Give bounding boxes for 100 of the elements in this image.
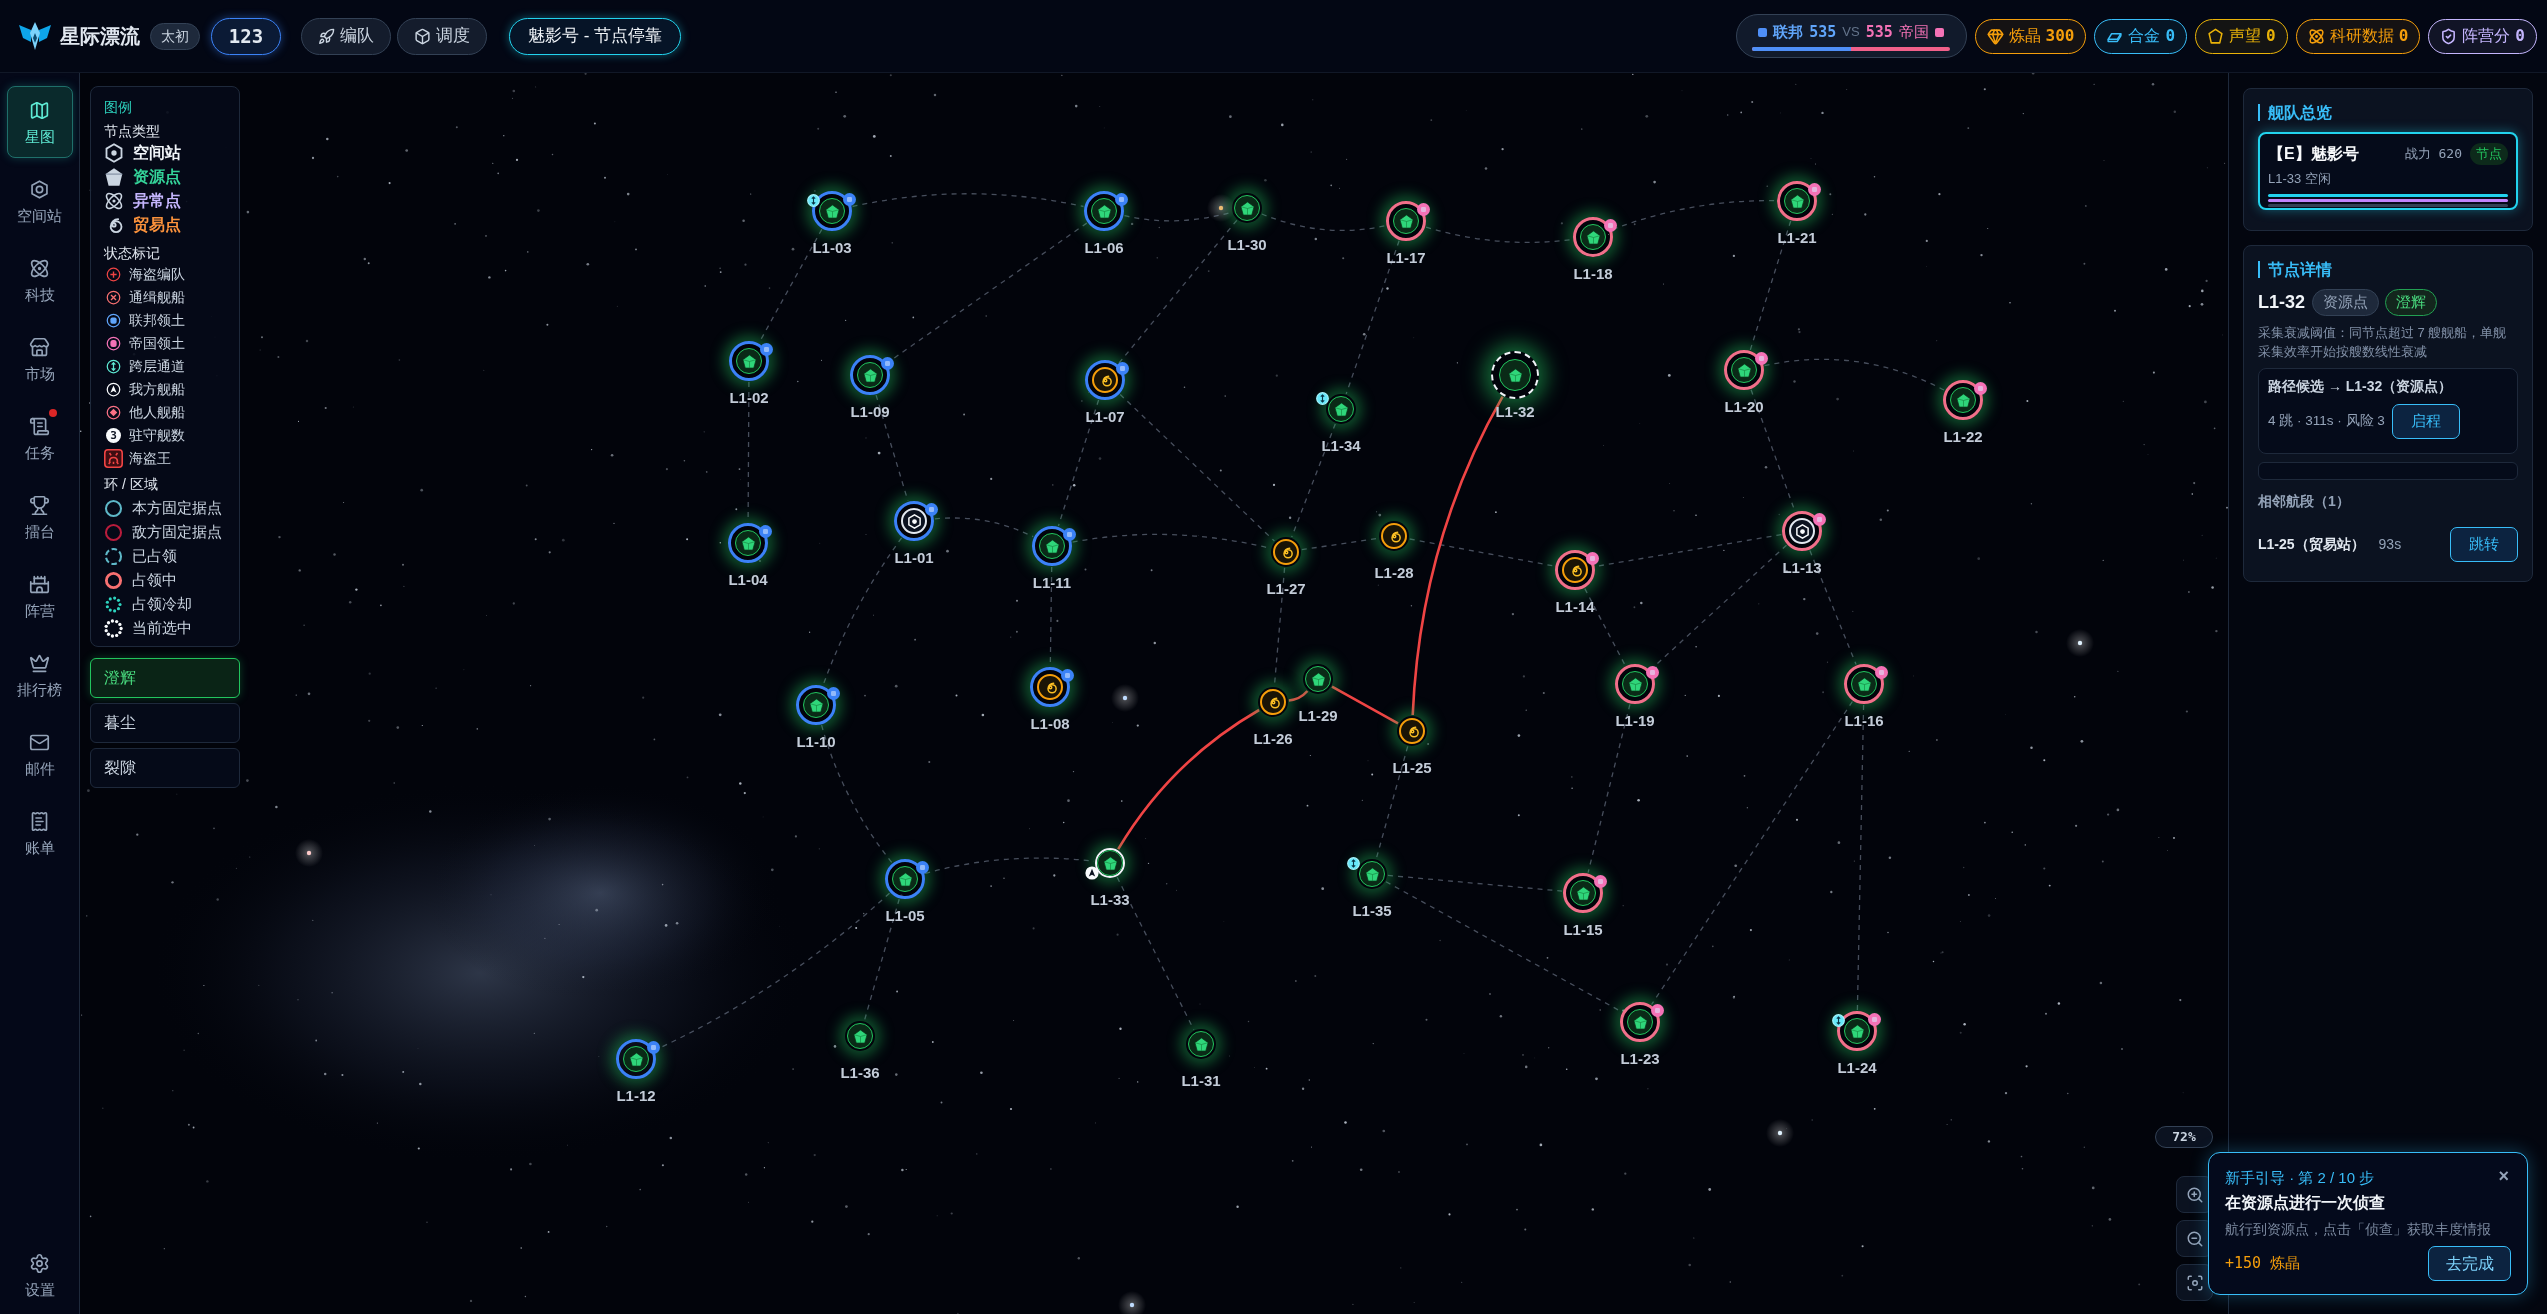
trade-node[interactable] — [1379, 521, 1409, 551]
pentagon-icon — [1585, 229, 1601, 245]
settings-icon — [29, 1253, 50, 1274]
crown-icon — [29, 653, 50, 674]
pentagon-icon — [1955, 392, 1971, 408]
resource-value: 300 — [2045, 25, 2075, 47]
legend-label: 通缉舰船 — [129, 288, 185, 307]
depart-button[interactable]: 启程 — [2391, 404, 2460, 439]
node-label: L1-14 — [1555, 598, 1595, 615]
faction-name: 联邦 — [1773, 21, 1804, 42]
fleet-card[interactable]: 【E】魅影号 战力 620 节点 L1-33 空闲 — [2258, 132, 2518, 210]
resource-node[interactable] — [1303, 664, 1333, 694]
sidebar-item[interactable]: 市场 — [6, 323, 73, 395]
node-label: L1-28 — [1374, 564, 1414, 581]
faction-name: 帝国 — [1898, 21, 1929, 42]
legend-title: 图例 — [104, 98, 133, 117]
node-label: L1-31 — [1181, 1072, 1221, 1089]
pentagon-icon — [1102, 855, 1118, 871]
pentagon-icon — [1044, 538, 1060, 554]
player-id-pill[interactable]: 123 — [211, 17, 281, 55]
resource-node[interactable] — [845, 1021, 875, 1051]
legend-label: 已占领 — [132, 545, 177, 566]
settings-button[interactable]: 设置 — [6, 1239, 73, 1311]
sidebar-item[interactable]: 科技 — [6, 244, 73, 316]
legend-label: 敌方固定据点 — [132, 521, 222, 542]
resource-value: 0 — [2266, 25, 2276, 47]
faction-score: 535 — [1809, 21, 1837, 43]
faction-score: 535 — [1865, 21, 1893, 43]
hexagon-icon — [1794, 523, 1810, 539]
pentagon-icon — [1310, 671, 1326, 687]
node-label: L1-18 — [1573, 265, 1613, 282]
pentagon-icon — [1627, 676, 1643, 692]
legend-label: 跨层通道 — [129, 357, 185, 376]
node-label: L1-21 — [1777, 229, 1817, 246]
trade-node[interactable] — [1397, 716, 1427, 746]
nav-button[interactable]: 调度 — [397, 17, 487, 55]
sidebar-item[interactable]: 任务 — [6, 402, 73, 474]
tutorial-title: 在资源点进行一次侦查 — [2225, 1193, 2385, 1213]
sidebar-item[interactable]: 星图 — [6, 86, 73, 158]
document-icon — [29, 416, 50, 437]
node-label: L1-15 — [1563, 921, 1603, 938]
node-label: L1-33 — [1090, 891, 1130, 908]
go-complete-button[interactable]: 去完成 — [2428, 1246, 2511, 1281]
tutorial-step: 新手引导 · 第 2 / 10 步 — [2225, 1168, 2375, 1188]
sidebar-item[interactable]: 空间站 — [6, 165, 73, 237]
cube-icon — [414, 27, 431, 45]
layer-tab[interactable]: 暮尘 — [90, 703, 240, 743]
atom-icon — [29, 258, 50, 279]
pentagon-icon — [1575, 885, 1591, 901]
legend-label: 我方舰船 — [129, 380, 185, 399]
layer-tab[interactable]: 澄辉 — [90, 658, 240, 698]
node-label: L1-19 — [1615, 712, 1655, 729]
node-label: L1-12 — [616, 1087, 656, 1104]
legend-label: 空间站 — [133, 143, 181, 163]
resource-node[interactable] — [1357, 859, 1387, 889]
sidebar-item[interactable]: 阵营 — [6, 560, 73, 632]
legend-label: 海盗王 — [129, 449, 171, 468]
resource-node[interactable] — [1186, 1029, 1216, 1059]
node-label: L1-10 — [796, 733, 836, 750]
resource-value: 0 — [2165, 25, 2176, 47]
pentagon-icon — [741, 353, 757, 369]
pentagon-icon — [1856, 676, 1872, 692]
tutorial-body: 航行到资源点，点击「侦查」获取丰度情报 — [2225, 1220, 2491, 1238]
nav-button[interactable]: 编队 — [301, 17, 391, 55]
route-title: 路径候选 → L1-32（资源点） — [2268, 377, 2454, 395]
pentagon-icon — [1632, 1014, 1648, 1030]
gem-icon — [1986, 27, 2004, 45]
segment-name: L1-25（贸易站） — [2258, 535, 2365, 554]
layer-tab[interactable]: 裂隙 — [90, 748, 240, 788]
sidebar-item[interactable]: 排行榜 — [6, 639, 73, 711]
pentagon-icon — [824, 203, 840, 219]
sidebar-item[interactable]: 账单 — [6, 797, 73, 869]
square-icon — [1758, 27, 1768, 37]
jump-button[interactable]: 跳转 — [2450, 527, 2518, 562]
status-tag: 节点 — [2470, 143, 2508, 165]
node-label: L1-07 — [1085, 408, 1125, 425]
trade-node[interactable] — [1271, 537, 1301, 567]
sidebar-item[interactable]: 擂台 — [6, 481, 73, 553]
pentagon-icon — [897, 871, 913, 887]
resource-node[interactable] — [1232, 193, 1262, 223]
node-label: L1-03 — [812, 239, 852, 256]
trade-node[interactable] — [1258, 687, 1288, 717]
fleet-name: 【E】魅影号 — [2268, 144, 2359, 164]
castle-icon — [29, 574, 50, 595]
resource-name: 科研数据 — [2329, 26, 2394, 46]
resource-value: 0 — [2398, 25, 2409, 47]
fleet-status-pill[interactable]: 魅影号 - 节点停靠 — [509, 17, 682, 55]
resource-name: 阵营分 — [2462, 26, 2511, 46]
pentagon-icon — [1736, 362, 1752, 378]
node-id: L1-32 — [2258, 291, 2306, 314]
resource-name: 合金 — [2128, 26, 2161, 46]
node-label: L1-11 — [1032, 574, 1072, 591]
pentagon-icon — [1239, 200, 1255, 216]
node-label: L1-16 — [1844, 712, 1884, 729]
resource-node[interactable] — [1326, 394, 1356, 424]
atom-icon — [104, 191, 124, 211]
sidebar-item[interactable]: 邮件 — [6, 718, 73, 790]
node-label: L1-05 — [885, 907, 925, 924]
node-label: L1-34 — [1321, 437, 1361, 454]
close-button[interactable]: × — [2498, 1167, 2509, 1185]
